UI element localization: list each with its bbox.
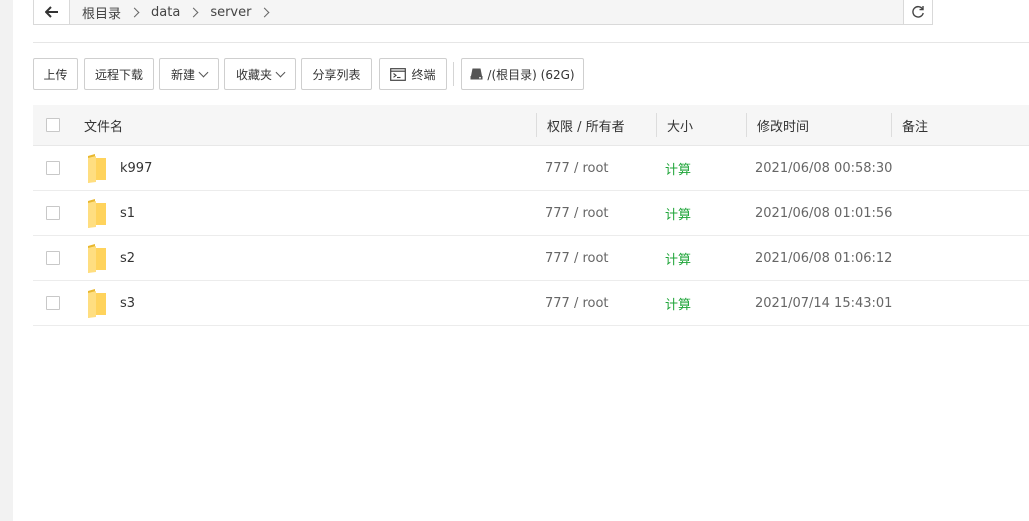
modified-time: 2021/06/08 01:06:12 xyxy=(755,250,893,266)
new-dropdown-button[interactable]: 新建 xyxy=(159,58,219,90)
column-divider xyxy=(746,113,747,137)
terminal-label: 终端 xyxy=(411,67,436,82)
upload-label: 上传 xyxy=(43,67,68,82)
folder-icon xyxy=(88,199,106,228)
terminal-icon xyxy=(390,67,407,81)
permission-owner[interactable]: 777 / root xyxy=(545,191,609,235)
row-checkbox[interactable] xyxy=(46,161,60,175)
calculate-size-link[interactable]: 计算 xyxy=(665,191,691,235)
upload-button[interactable]: 上传 xyxy=(33,58,78,90)
share-list-button[interactable]: 分享列表 xyxy=(301,58,372,90)
disk-label: /(根目录) (62G) xyxy=(487,67,575,82)
select-all-checkbox[interactable] xyxy=(46,118,60,132)
header-perm[interactable]: 权限 / 所有者 xyxy=(547,105,625,145)
header-size[interactable]: 大小 xyxy=(667,105,693,145)
path-bar: 根目录 data server xyxy=(33,0,933,25)
modified-time: 2021/06/08 00:58:30 xyxy=(755,160,893,176)
refresh-button[interactable] xyxy=(903,0,933,25)
remote-download-button[interactable]: 远程下载 xyxy=(84,58,154,90)
breadcrumb: 根目录 data server xyxy=(70,3,277,22)
calculate-size-link[interactable]: 计算 xyxy=(665,146,691,190)
column-divider xyxy=(891,113,892,137)
table-row[interactable]: s3 777 / root 计算 2021/07/14 15:43:01 xyxy=(33,281,1029,326)
back-button[interactable] xyxy=(34,0,70,24)
calculate-size-link[interactable]: 计算 xyxy=(665,236,691,280)
calculate-size-link[interactable]: 计算 xyxy=(665,281,691,325)
toolbar-divider xyxy=(453,62,454,86)
permission-owner[interactable]: 777 / root xyxy=(545,146,609,190)
folder-icon xyxy=(88,244,106,273)
arrow-left-icon xyxy=(44,6,58,18)
header-note: 备注 xyxy=(902,119,929,135)
table-row[interactable]: s1 777 / root 计算 2021/06/08 01:01:56 xyxy=(33,191,1029,236)
row-checkbox[interactable] xyxy=(46,251,60,265)
header-mtime[interactable]: 修改时间 xyxy=(757,105,809,145)
row-checkbox[interactable] xyxy=(46,296,60,310)
left-panel-edge xyxy=(0,0,13,521)
file-name-link[interactable]: s2 xyxy=(120,236,135,280)
breadcrumb-item-data[interactable]: data xyxy=(147,5,184,20)
terminal-button[interactable]: 终端 xyxy=(379,58,447,90)
remote-download-label: 远程下载 xyxy=(94,67,143,82)
row-checkbox[interactable] xyxy=(46,206,60,220)
chevron-down-icon xyxy=(275,67,286,77)
file-name-link[interactable]: k997 xyxy=(120,146,152,190)
breadcrumb-item-root[interactable]: 根目录 xyxy=(78,3,125,22)
new-label: 新建 xyxy=(170,67,195,82)
table-row[interactable]: k997 777 / root 计算 2021/06/08 00:58:30 xyxy=(33,146,1029,191)
chevron-right-icon xyxy=(188,7,199,17)
chevron-down-icon xyxy=(198,67,209,77)
share-list-label: 分享列表 xyxy=(312,67,361,82)
chevron-right-icon xyxy=(129,7,140,17)
permission-owner[interactable]: 777 / root xyxy=(545,281,609,325)
chevron-right-icon xyxy=(260,7,270,17)
modified-time: 2021/07/14 15:43:01 xyxy=(755,295,893,311)
file-table-header: 文件名 权限 / 所有者 大小 修改时间 备注 xyxy=(33,105,1029,146)
permission-owner[interactable]: 777 / root xyxy=(545,236,609,280)
column-divider xyxy=(656,113,657,137)
refresh-icon xyxy=(912,5,924,18)
header-name[interactable]: 文件名 xyxy=(84,105,123,145)
divider xyxy=(33,42,1029,43)
modified-time: 2021/06/08 01:01:56 xyxy=(755,205,893,221)
file-name-link[interactable]: s1 xyxy=(120,191,135,235)
favorites-dropdown-button[interactable]: 收藏夹 xyxy=(224,58,296,90)
disk-selector-button[interactable]: /(根目录) (62G) xyxy=(461,58,584,90)
disk-icon xyxy=(470,68,483,80)
breadcrumb-item-server[interactable]: server xyxy=(206,5,255,20)
folder-icon xyxy=(88,154,106,183)
file-name-link[interactable]: s3 xyxy=(120,281,135,325)
folder-icon xyxy=(88,289,106,318)
select-all-checkbox-cell xyxy=(46,105,60,145)
column-divider xyxy=(536,113,537,137)
favorites-label: 收藏夹 xyxy=(235,67,272,82)
table-row[interactable]: s2 777 / root 计算 2021/06/08 01:06:12 xyxy=(33,236,1029,281)
